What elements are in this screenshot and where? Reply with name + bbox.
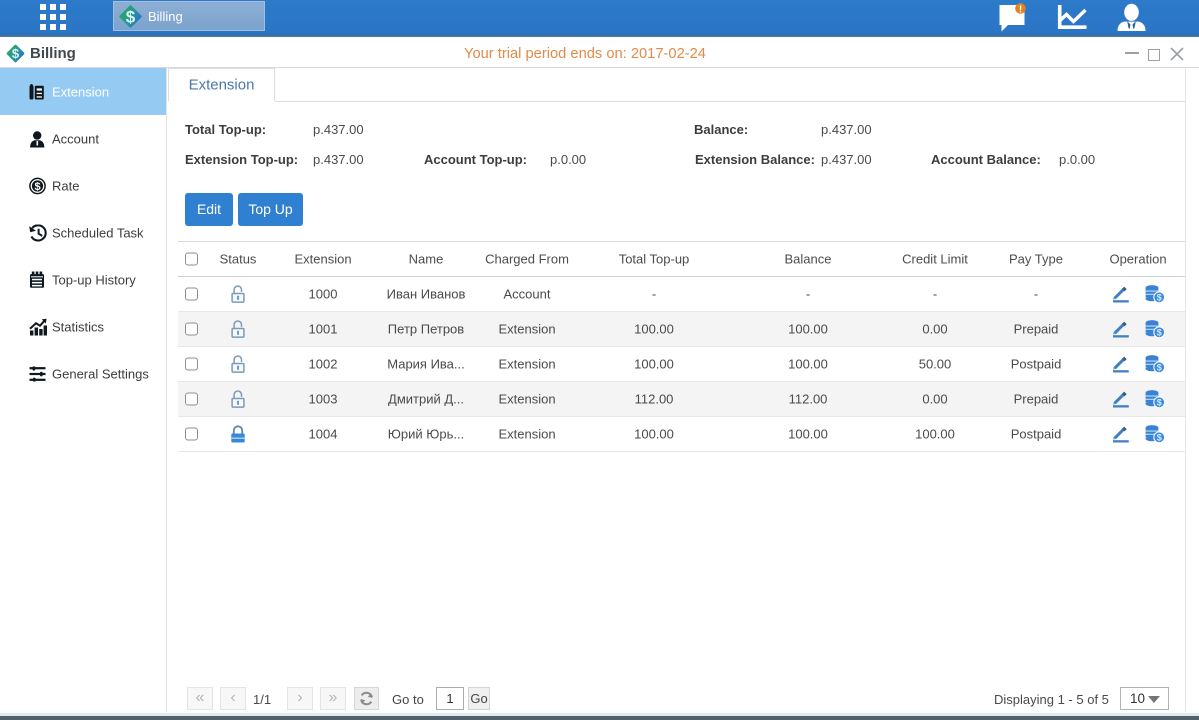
- svg-text:$: $: [1157, 398, 1162, 408]
- svg-text:!: !: [1019, 4, 1022, 15]
- svg-text:$: $: [12, 46, 20, 61]
- svg-text:$: $: [1157, 433, 1162, 443]
- svg-text:$: $: [1157, 328, 1162, 338]
- svg-text:$: $: [1157, 293, 1162, 303]
- svg-text:$: $: [34, 181, 40, 193]
- svg-text:$: $: [1157, 363, 1162, 373]
- svg-text:$: $: [126, 8, 136, 27]
